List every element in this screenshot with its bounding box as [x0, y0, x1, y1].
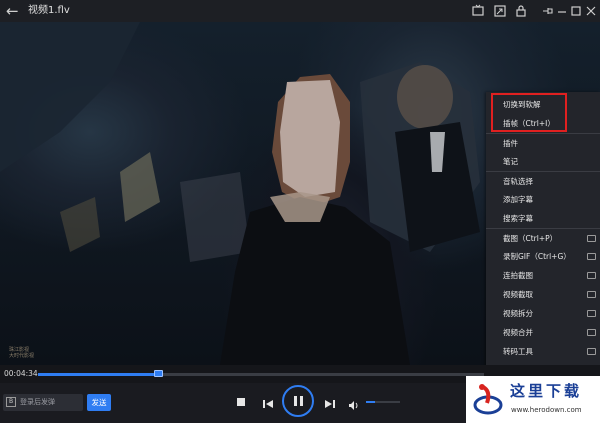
menu-item[interactable]: 转码工具	[486, 342, 600, 361]
folder-icon[interactable]	[587, 272, 596, 279]
stop-icon[interactable]	[237, 398, 245, 406]
seek-bar[interactable]	[38, 370, 484, 377]
menu-item-label: 添加字幕	[503, 195, 533, 204]
volume-slider[interactable]	[366, 401, 400, 403]
volume-fill	[366, 401, 375, 403]
menu-item[interactable]: 视频合并	[486, 323, 600, 342]
send-button[interactable]: 发送	[87, 394, 111, 411]
menu-item[interactable]: 笔记	[486, 152, 600, 171]
pip-icon[interactable]	[493, 3, 507, 17]
menu-item[interactable]: 视频截取	[486, 285, 600, 304]
pin-icon[interactable]	[540, 3, 554, 17]
highlight-annotation	[491, 93, 567, 132]
maximize-icon[interactable]	[569, 3, 583, 17]
menu-item-label: 视频合并	[503, 328, 533, 337]
menu-item-label: 连拍截图	[503, 271, 533, 280]
close-icon[interactable]	[584, 3, 598, 17]
menu-item[interactable]: 添加字幕	[486, 190, 600, 209]
danmu-input[interactable]: B 登录后发弹	[3, 394, 83, 411]
folder-icon[interactable]	[587, 310, 596, 317]
site-url: www.herodown.com	[511, 406, 582, 414]
menu-item[interactable]: 视频拆分	[486, 304, 600, 323]
minimize-icon[interactable]	[555, 3, 569, 17]
menu-item-label: 笔记	[503, 157, 518, 166]
pause-icon[interactable]	[282, 385, 314, 417]
title-bar: ← 视频1.flv	[0, 0, 600, 22]
site-name: 这里下载	[510, 382, 583, 400]
danmu-placeholder: 登录后发弹	[20, 398, 55, 406]
menu-item-label: 音轨选择	[503, 177, 533, 186]
menu-item-label: 插件	[503, 139, 518, 148]
current-time: 00:04:34	[4, 369, 38, 378]
menu-item-label: 录制GIF（Ctrl+G）	[503, 252, 571, 261]
back-arrow-icon[interactable]: ←	[6, 2, 19, 20]
volume-icon[interactable]	[348, 396, 360, 410]
site-watermark: 这里下载 www.herodown.com	[466, 376, 600, 423]
video-corner-text: 珠江影视 大时代影视	[9, 347, 35, 359]
folder-icon[interactable]	[587, 253, 596, 260]
menu-item[interactable]: 音轨选择	[486, 171, 600, 190]
menu-item[interactable]: 连拍截图	[486, 266, 600, 285]
menu-item[interactable]: 截图（Ctrl+P）	[486, 228, 600, 247]
folder-icon[interactable]	[587, 348, 596, 355]
menu-item-label: 视频拆分	[503, 309, 533, 318]
seek-knob[interactable]	[154, 370, 164, 377]
menu-item-label: 截图（Ctrl+P）	[503, 234, 558, 243]
lock-icon[interactable]	[514, 3, 528, 17]
tv-icon[interactable]	[471, 3, 485, 17]
seek-bar-fill	[38, 373, 159, 376]
menu-item[interactable]: 插件	[486, 133, 600, 152]
folder-icon[interactable]	[587, 291, 596, 298]
menu-item-label: 视频截取	[503, 290, 533, 299]
menu-item[interactable]: 录制GIF（Ctrl+G）	[486, 247, 600, 266]
folder-icon[interactable]	[587, 235, 596, 242]
danmu-icon: B	[6, 397, 16, 407]
menu-item[interactable]: 搜索字幕	[486, 209, 600, 228]
context-menu: 切换到软解 插帧（Ctrl+I） 插件 笔记 音轨选择 添加字幕 搜索字幕 截图（Ctrl+P…	[486, 92, 600, 382]
previous-icon[interactable]	[262, 395, 274, 408]
folder-icon[interactable]	[587, 329, 596, 336]
window-title: 视频1.flv	[28, 5, 70, 16]
menu-item-label: 转码工具	[503, 347, 533, 356]
menu-item-label: 搜索字幕	[503, 214, 533, 223]
next-icon[interactable]	[324, 395, 336, 408]
site-logo	[473, 384, 503, 415]
